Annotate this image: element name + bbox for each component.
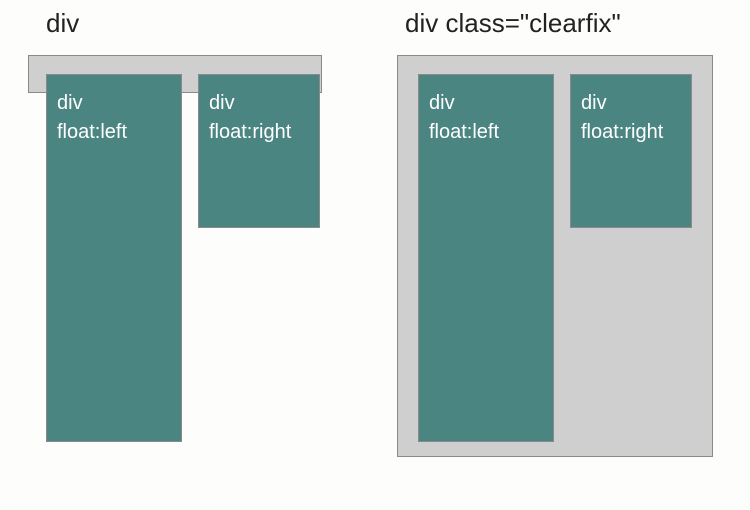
- left-example-float-left-line2: float:left: [57, 118, 171, 147]
- left-example-float-right-line1: div: [209, 89, 309, 118]
- right-example-float-left-line1: div: [429, 89, 543, 118]
- right-example-float-left-line2: float:left: [429, 118, 543, 147]
- right-example-float-left-box: div float:left: [418, 74, 554, 442]
- left-example-float-left-box: div float:left: [46, 74, 182, 442]
- right-example-float-right-line2: float:right: [581, 118, 681, 147]
- left-example-float-right-line2: float:right: [209, 118, 309, 147]
- right-example-float-right-box: div float:right: [570, 74, 692, 228]
- heading-left-container: div: [46, 8, 79, 39]
- right-container-clearfix: div float:left div float:right: [397, 55, 713, 457]
- heading-right-container: div class="clearfix": [405, 8, 621, 39]
- left-example-float-left-line1: div: [57, 89, 171, 118]
- right-example-float-right-line1: div: [581, 89, 681, 118]
- left-example-float-right-box: div float:right: [198, 74, 320, 228]
